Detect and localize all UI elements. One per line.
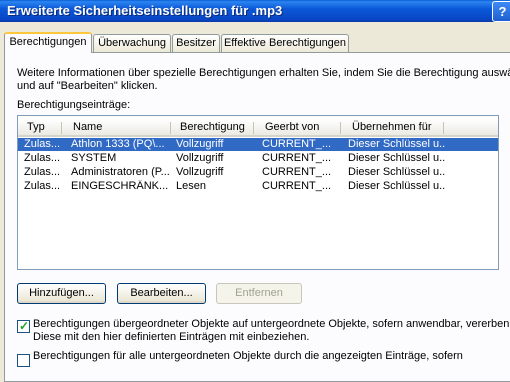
help-button[interactable]: ? bbox=[492, 1, 510, 22]
checkbox-label-line: Berechtigungen für alle untergeordneten … bbox=[33, 350, 463, 362]
cell-typ: Zulas... bbox=[24, 180, 61, 192]
window-title: Erweiterte Sicherheitseinstellungen für … bbox=[7, 3, 283, 18]
cell-uebernehmen-fuer: Dieser Schlüssel u... bbox=[348, 138, 446, 150]
info-line: Weitere Informationen über spezielle Ber… bbox=[17, 67, 510, 79]
tab-besitzer[interactable]: Besitzer bbox=[172, 34, 220, 52]
cell-geerbt-von: CURRENT_... bbox=[262, 166, 332, 178]
table-row[interactable]: Zulas... SYSTEM Vollzugriff CURRENT_... … bbox=[18, 152, 498, 165]
table-row[interactable]: Zulas... EINGESCHRÄNK... Lesen CURRENT_.… bbox=[18, 180, 498, 193]
title-bar: Erweiterte Sicherheitseinstellungen für … bbox=[0, 0, 510, 22]
tab-label: Berechtigungen bbox=[9, 36, 87, 48]
column-header-uebernehmen-fuer[interactable]: Übernehmen für bbox=[352, 121, 432, 133]
cell-typ: Zulas... bbox=[24, 152, 61, 164]
checkbox-label-line: Diese mit den hier definierten Einträgen… bbox=[33, 331, 310, 343]
table-row[interactable]: Zulas... Administratoren (P... Vollzugri… bbox=[18, 166, 498, 179]
column-header-geerbt-von[interactable]: Geerbt von bbox=[265, 121, 319, 133]
checkbox-label-line: Berechtigungen übergeordneter Objekte au… bbox=[33, 318, 510, 330]
cell-berechtigung: Vollzugriff bbox=[176, 138, 224, 150]
cell-typ: Zulas... bbox=[24, 138, 61, 150]
cell-uebernehmen-fuer: Dieser Schlüssel u... bbox=[348, 152, 446, 164]
cell-berechtigung: Vollzugriff bbox=[176, 166, 224, 178]
add-button[interactable]: Hinzufügen... bbox=[17, 283, 106, 304]
cell-name: Administratoren (P... bbox=[71, 166, 170, 178]
tab-effektive-berechtigungen[interactable]: Effektive Berechtigungen bbox=[221, 34, 349, 52]
column-header-berechtigung[interactable]: Berechtigung bbox=[180, 121, 245, 133]
table-row[interactable]: Zulas... Athlon 1333 (PQ\... Vollzugriff… bbox=[18, 138, 498, 151]
cell-geerbt-von: CURRENT_... bbox=[262, 152, 332, 164]
cell-berechtigung: Vollzugriff bbox=[176, 152, 224, 164]
tab-label: Überwachung bbox=[98, 37, 166, 49]
edit-button[interactable]: Bearbeiten... bbox=[117, 283, 206, 304]
tab-ueberwachung[interactable]: Überwachung bbox=[93, 34, 171, 52]
inherit-checkbox-label: Berechtigungen übergeordneter Objekte au… bbox=[33, 318, 510, 344]
replace-children-checkbox[interactable] bbox=[17, 354, 30, 367]
cell-uebernehmen-fuer: Dieser Schlüssel u... bbox=[348, 180, 446, 192]
column-header-typ[interactable]: Typ bbox=[27, 121, 45, 133]
entries-label: Berechtigungseinträge: bbox=[17, 99, 131, 111]
permission-entries-list[interactable]: Typ Name Berechtigung Geerbt von Überneh… bbox=[17, 115, 499, 270]
remove-button[interactable]: Entfernen bbox=[216, 283, 302, 304]
list-header: Typ Name Berechtigung Geerbt von Überneh… bbox=[18, 119, 498, 137]
cell-berechtigung: Lesen bbox=[176, 180, 206, 192]
cell-geerbt-von: CURRENT_... bbox=[262, 138, 332, 150]
checkmark-icon: ✓ bbox=[19, 319, 30, 333]
cell-uebernehmen-fuer: Dieser Schlüssel u... bbox=[348, 166, 446, 178]
info-line: und auf "Bearbeiten" klicken. bbox=[17, 80, 158, 92]
inherit-checkbox[interactable]: ✓ bbox=[17, 319, 30, 333]
tab-label: Effektive Berechtigungen bbox=[223, 37, 347, 49]
info-text: Weitere Informationen über spezielle Ber… bbox=[17, 67, 510, 93]
replace-children-checkbox-label: Berechtigungen für alle untergeordneten … bbox=[33, 350, 463, 363]
cell-geerbt-von: CURRENT_... bbox=[262, 180, 332, 192]
tab-label: Besitzer bbox=[176, 37, 216, 49]
cell-typ: Zulas... bbox=[24, 166, 61, 178]
cell-name: Athlon 1333 (PQ\... bbox=[71, 138, 165, 150]
tab-berechtigungen[interactable]: Berechtigungen bbox=[4, 32, 92, 53]
column-header-name[interactable]: Name bbox=[73, 121, 102, 133]
cell-name: SYSTEM bbox=[71, 152, 117, 164]
cell-name: EINGESCHRÄNK... bbox=[71, 180, 169, 192]
